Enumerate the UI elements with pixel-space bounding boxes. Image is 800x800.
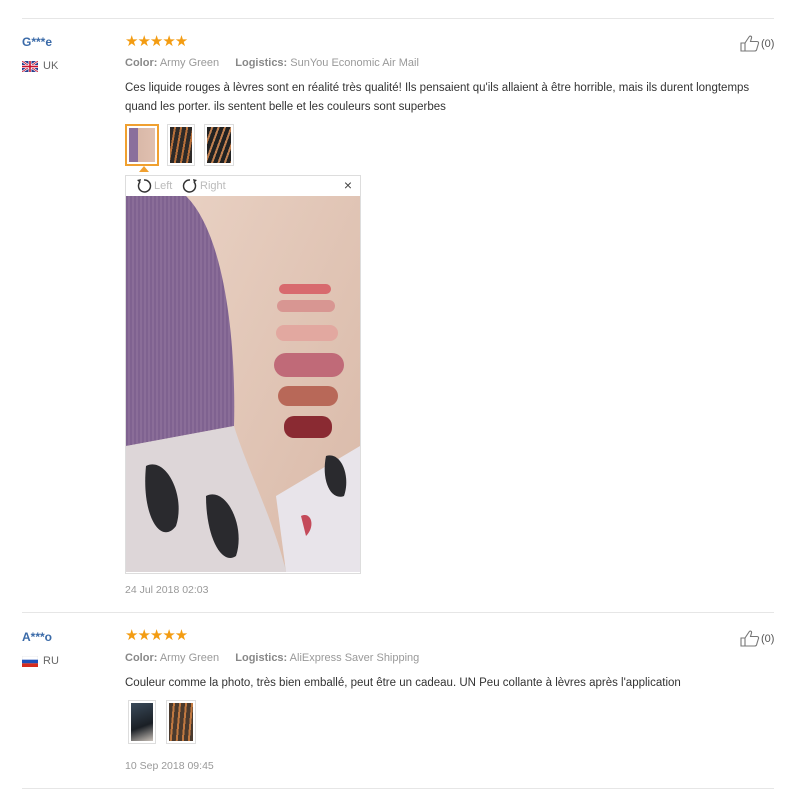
color-value: Army Green xyxy=(159,652,220,664)
review-photo-thumbnail[interactable] xyxy=(204,124,234,166)
ru-flag-icon xyxy=(22,655,38,667)
divider xyxy=(22,18,774,19)
rotate-left-label: Left xyxy=(154,180,173,192)
helpful-count: (0) xyxy=(761,37,775,50)
review-date: 10 Sep 2018 09:45 xyxy=(125,760,214,772)
country-code: UK xyxy=(43,60,59,72)
order-attributes: Color: Army Green Logistics: AliExpress … xyxy=(125,652,419,664)
review-text: Ces liquide rouges à lèvres sont en réal… xyxy=(125,82,750,113)
helpful-count: (0) xyxy=(761,632,775,645)
logistics-label: Logistics: xyxy=(235,57,288,69)
viewer-toolbar: Left Right × xyxy=(126,176,360,196)
rotate-right-icon xyxy=(182,179,197,193)
order-attributes: Color: Army Green Logistics: SunYou Econ… xyxy=(125,57,419,69)
review-date: 24 Jul 2018 02:03 xyxy=(125,584,209,596)
rotate-left-icon xyxy=(137,179,152,193)
divider xyxy=(22,788,774,789)
thumbs-up-icon xyxy=(740,35,760,52)
close-viewer-button[interactable]: × xyxy=(344,177,352,193)
photo-viewer: Left Right × xyxy=(125,175,361,574)
thumbs-up-icon xyxy=(740,630,760,647)
country-code: RU xyxy=(43,655,59,667)
helpful-button[interactable]: (0) xyxy=(740,630,774,647)
star-rating: ★★★★★ xyxy=(125,627,188,644)
divider xyxy=(22,612,774,613)
selected-thumbnail-indicator xyxy=(139,166,149,172)
review-photo-thumbnail[interactable] xyxy=(128,700,156,744)
color-label: Color: xyxy=(125,652,158,664)
logistics-label: Logistics: xyxy=(235,652,288,664)
helpful-button[interactable]: (0) xyxy=(740,35,774,52)
review-photo-thumbnail[interactable] xyxy=(167,124,195,166)
color-label: Color: xyxy=(125,57,158,69)
logistics-value: AliExpress Saver Shipping xyxy=(289,652,420,664)
uk-flag-icon xyxy=(22,60,38,72)
review-photo xyxy=(126,196,360,572)
review-text: Couleur comme la photo, très bien emball… xyxy=(125,677,681,689)
reviewer-name[interactable]: A***o xyxy=(22,630,52,644)
color-value: Army Green xyxy=(159,57,220,69)
reviewer-country: RU xyxy=(22,655,59,667)
rotate-right-label: Right xyxy=(200,180,226,192)
reviewer-country: UK xyxy=(22,60,58,72)
reviewer-name[interactable]: G***e xyxy=(22,35,52,49)
star-rating: ★★★★★ xyxy=(125,33,188,50)
rotate-left-button[interactable]: Left xyxy=(136,178,172,194)
logistics-value: SunYou Economic Air Mail xyxy=(290,57,419,69)
rotate-right-button[interactable]: Right xyxy=(182,178,226,194)
review-photo-thumbnail[interactable] xyxy=(125,124,159,166)
review-photo-thumbnail[interactable] xyxy=(166,700,196,744)
